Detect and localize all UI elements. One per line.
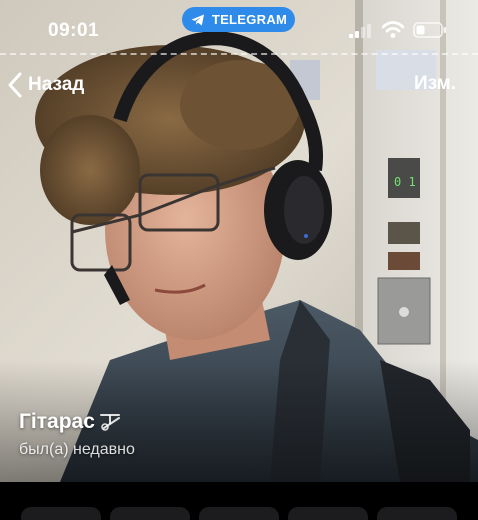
emoji-status-icon[interactable] bbox=[99, 412, 123, 432]
telegram-app-label: TELEGRAM bbox=[211, 12, 288, 27]
status-time: 09:01 bbox=[48, 20, 100, 41]
profile-screen: 0 1 09:01 TELEGRAM Назад Изм. Гітарас бы… bbox=[0, 0, 478, 520]
back-button[interactable]: Назад bbox=[8, 70, 84, 100]
telegram-app-pill[interactable]: TELEGRAM bbox=[182, 7, 295, 32]
profile-name: Гітарас bbox=[19, 410, 95, 433]
battery-icon bbox=[413, 22, 446, 38]
status-bar-divider bbox=[0, 53, 478, 55]
svg-text:0 1: 0 1 bbox=[394, 175, 416, 189]
status-bar: 09:01 TELEGRAM bbox=[0, 0, 478, 52]
action-button-5[interactable] bbox=[377, 507, 457, 520]
action-button-3[interactable] bbox=[199, 507, 279, 520]
chevron-left-icon bbox=[8, 72, 22, 98]
action-button-1[interactable] bbox=[21, 507, 101, 520]
back-button-label: Назад bbox=[28, 74, 85, 95]
cellular-signal-icon bbox=[349, 24, 371, 38]
telegram-plane-icon bbox=[191, 14, 204, 25]
profile-name-row: Гітарас bbox=[19, 410, 123, 434]
action-button-4[interactable] bbox=[288, 507, 368, 520]
edit-button[interactable]: Изм. bbox=[414, 73, 456, 95]
profile-last-seen-status: был(а) недавно bbox=[19, 441, 135, 458]
wifi-icon bbox=[382, 21, 404, 38]
action-button-2[interactable] bbox=[110, 507, 190, 520]
